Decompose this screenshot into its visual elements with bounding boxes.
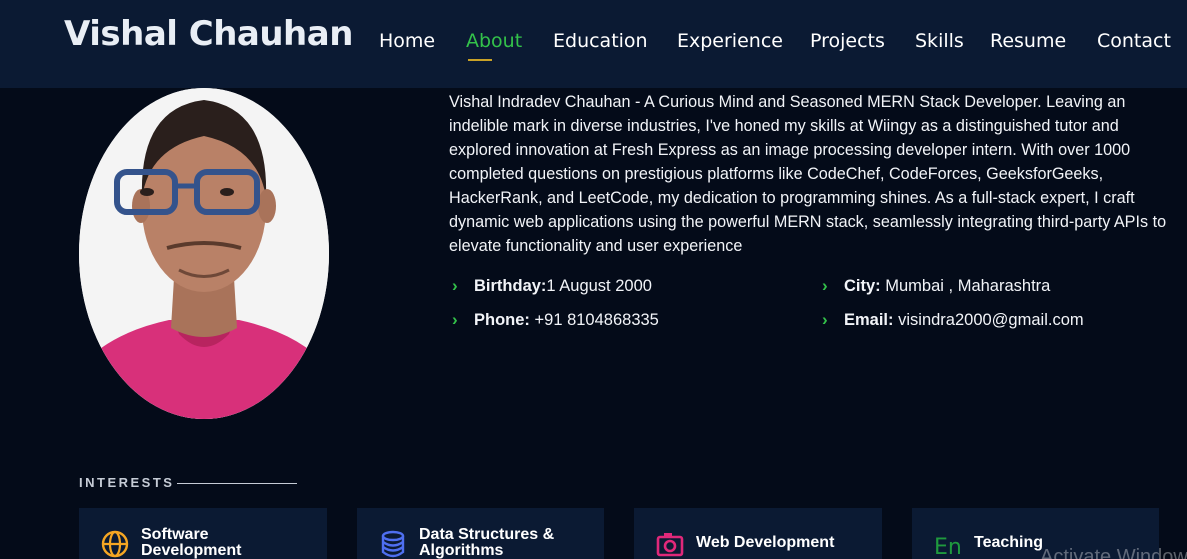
nav-resume[interactable]: Resume <box>990 30 1066 52</box>
info-birthday-value: 1 August 2000 <box>546 277 652 295</box>
interest-card-dsa[interactable]: Data Structures & Algorithms <box>357 508 604 559</box>
navbar: Vishal Chauhan Home About Education Expe… <box>0 0 1187 88</box>
nav-links: Home About Education Experience Projects… <box>0 30 1187 70</box>
info-phone: › Phone: +91 8104868335 <box>452 310 659 330</box>
profile-photo <box>79 88 329 419</box>
info-phone-value: +91 8104868335 <box>529 311 659 329</box>
info-phone-label: Phone: <box>474 311 530 329</box>
info-birthday: › Birthday:1 August 2000 <box>452 276 652 296</box>
language-icon: En <box>934 535 962 558</box>
interests-heading: INTERESTS <box>79 475 175 490</box>
nav-home[interactable]: Home <box>379 30 435 52</box>
info-email: › Email: visindra2000@gmail.com <box>822 310 1084 330</box>
chevron-right-icon: › <box>822 276 828 295</box>
interest-card-software[interactable]: Software Development <box>79 508 327 559</box>
profile-portrait-illustration <box>79 88 329 419</box>
nav-active-underline <box>468 59 492 61</box>
interests-divider <box>177 483 297 484</box>
nav-projects[interactable]: Projects <box>810 30 885 52</box>
info-email-value[interactable]: visindra2000@gmail.com <box>894 311 1084 329</box>
activate-windows-watermark: Activate Windows <box>1040 546 1187 559</box>
interest-card-web[interactable]: Web Development <box>634 508 882 559</box>
info-city: › City: Mumbai , Maharashtra <box>822 276 1050 296</box>
chevron-right-icon: › <box>822 310 828 329</box>
svg-text:En: En <box>934 535 962 558</box>
nav-skills[interactable]: Skills <box>915 30 964 52</box>
interest-card-label: Web Development <box>696 534 835 551</box>
interest-card-label: Software Development <box>141 526 242 559</box>
camera-icon <box>656 533 684 557</box>
interest-card-label: Data Structures & Algorithms <box>419 526 555 559</box>
nav-about-label: About <box>466 30 523 52</box>
nav-education[interactable]: Education <box>553 30 648 52</box>
nav-contact[interactable]: Contact <box>1097 30 1171 52</box>
info-email-label: Email: <box>844 311 894 329</box>
chevron-right-icon: › <box>452 310 458 329</box>
info-city-label: City: <box>844 277 881 295</box>
globe-icon <box>101 530 129 558</box>
info-birthday-label: Birthday: <box>474 277 547 295</box>
nav-about[interactable]: About <box>466 30 523 61</box>
nav-experience[interactable]: Experience <box>677 30 783 52</box>
database-icon <box>381 530 405 558</box>
bio-paragraph: Vishal Indradev Chauhan - A Curious Mind… <box>449 93 1167 255</box>
info-city-value: Mumbai , Maharashtra <box>880 277 1051 295</box>
chevron-right-icon: › <box>452 276 458 295</box>
